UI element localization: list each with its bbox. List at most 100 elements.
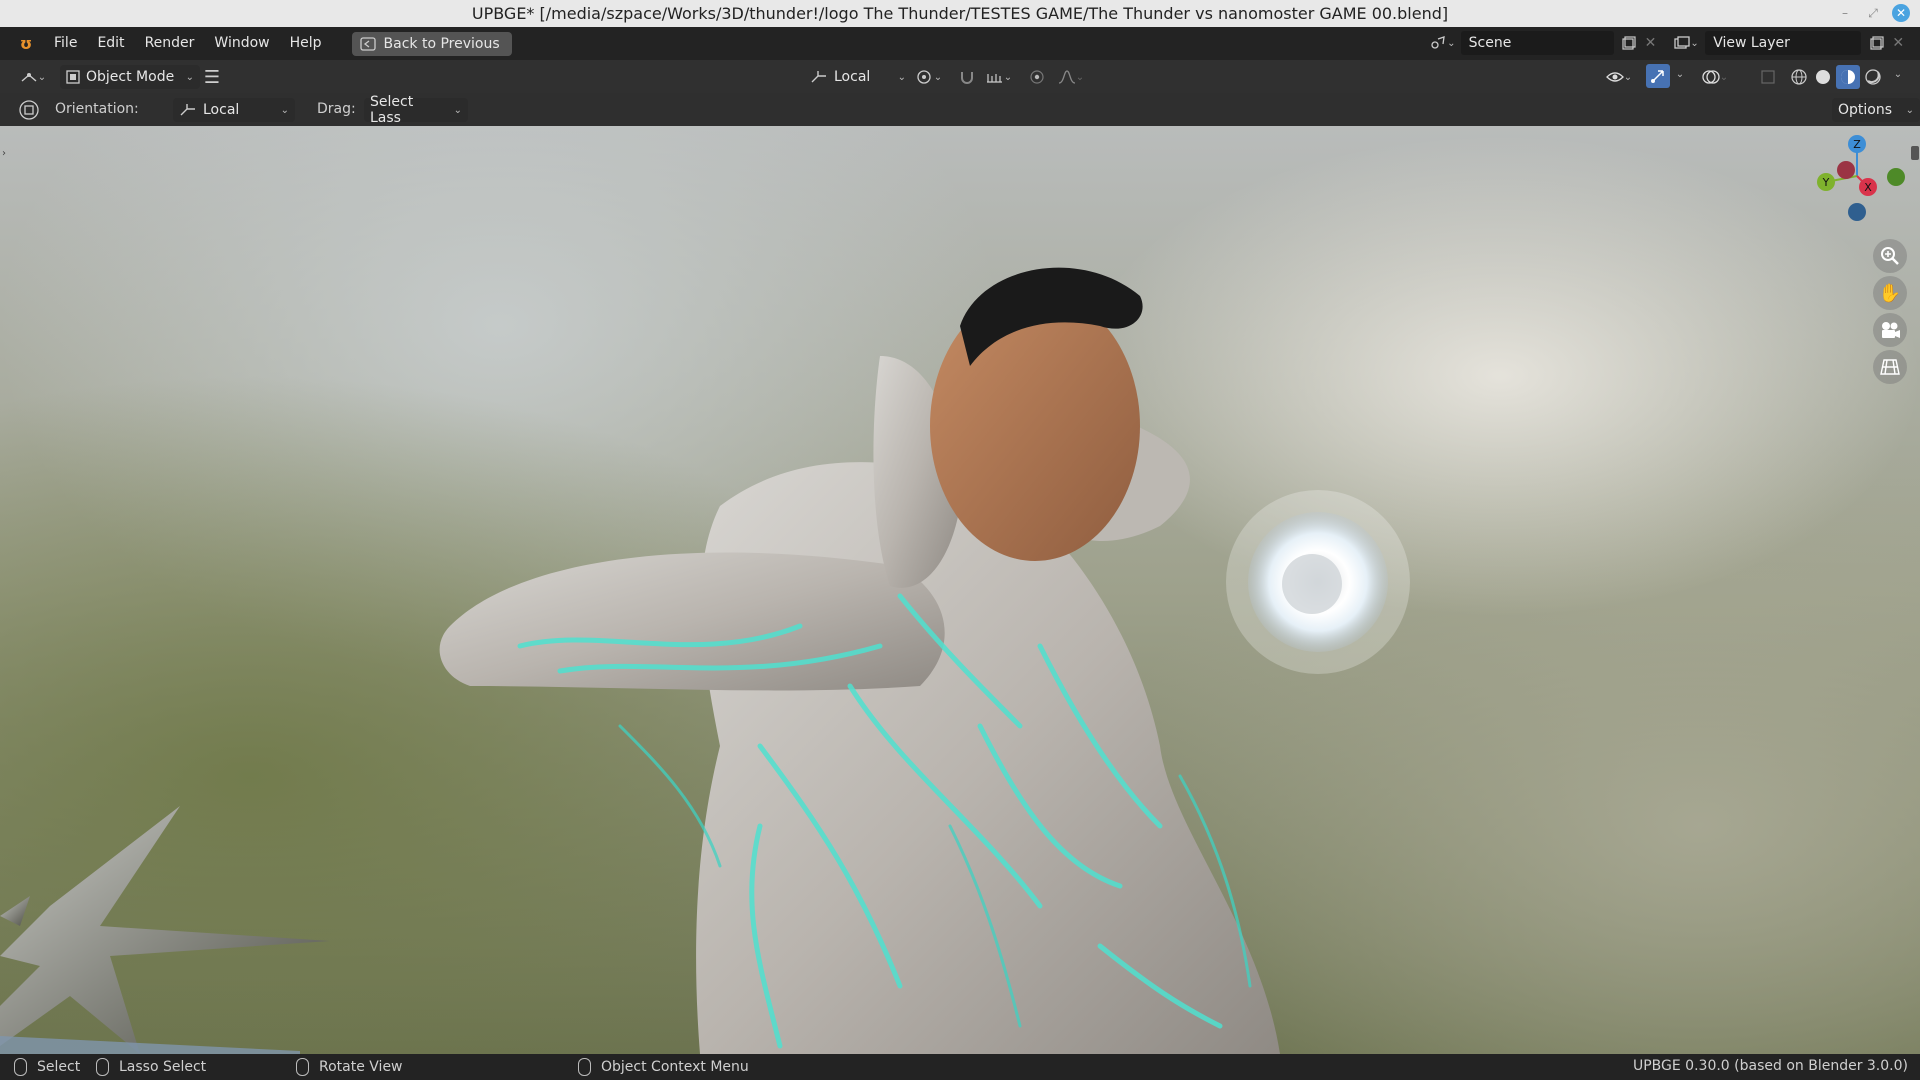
chevron-down-icon: ⌄ [453,104,462,116]
gizmo-neg-z-icon[interactable] [1848,203,1866,221]
back-to-previous-label: Back to Previous [383,35,500,52]
menu-help[interactable]: Help [280,27,332,60]
wireframe-shading-icon[interactable] [1788,66,1810,88]
mouse-right-icon [578,1058,591,1076]
solid-shading-icon[interactable] [1812,66,1834,88]
tool-settings-bar: Orientation: Local ⌄ Drag: Select Lass ⌄… [0,93,1920,126]
drag-value: Select Lass [370,94,414,126]
show-gizmo-icon[interactable] [1646,64,1670,88]
gizmo-neg-y-icon[interactable] [1887,168,1905,186]
orientation-label: Orientation: [55,101,139,117]
object-mode-label: Object Mode [86,69,175,85]
view-layer-icon[interactable]: ⌄ [1672,36,1701,50]
delete-scene-icon[interactable]: ✕ [1641,35,1660,51]
back-to-previous-button[interactable]: Back to Previous [351,31,512,56]
scene-icon[interactable]: ⌄ [1428,35,1457,51]
status-rotate-label: Rotate View [319,1059,403,1075]
status-lasso-label: Lasso Select [119,1059,207,1075]
status-lasso-select: Lasso Select [96,1058,206,1076]
upbge-logo-icon[interactable]: ʊ [14,32,38,56]
editor-type-icon[interactable]: ⌄ [16,66,50,88]
status-context-menu: Object Context Menu [578,1058,749,1076]
overlays-icon[interactable]: ⌄ [1698,67,1732,87]
gizmo-y-label: Y [1822,176,1830,189]
back-to-previous-icon [359,36,376,51]
gizmo-x-label: X [1864,181,1872,194]
mouse-left-icon [14,1058,27,1076]
top-menu-bar: ʊ File Edit Render Window Help Back to P… [0,27,1920,60]
scene-name-field[interactable]: Scene [1460,31,1614,55]
window-title: UPBGE* [/media/szpace/Works/3D/thunder!/… [471,4,1449,23]
scene-name: Scene [1468,35,1512,51]
maximize-icon[interactable]: ⤢ [1864,4,1882,22]
menu-window[interactable]: Window [204,27,279,60]
orientation-dropdown[interactable]: Local ⌄ [173,98,295,122]
chevron-down-icon: ⌄ [185,71,194,83]
view-layer-name: View Layer [1713,35,1790,51]
snap-increment-icon[interactable]: ⌄ [982,67,1016,87]
options-label: Options [1838,102,1893,118]
orientation-value: Local [203,102,240,118]
rendered-shading-icon[interactable] [1862,66,1884,88]
chevron-down-icon: ⌄ [280,104,289,116]
pan-hand-icon[interactable]: ✋ [1873,276,1907,310]
status-context-label: Object Context Menu [601,1059,749,1075]
options-dropdown[interactable]: Options ⌄ [1832,98,1920,122]
new-scene-icon[interactable] [1618,36,1641,50]
pivot-point-icon[interactable]: ⌄ [914,67,944,87]
shading-options-chevron-icon[interactable]: ⌄ [1892,69,1904,80]
version-info: UPBGE 0.30.0 (based on Blender 3.0.0) [1632,1058,1908,1074]
status-select-label: Select [37,1059,81,1075]
character-figure [439,267,1280,1054]
chevron-down-icon: ⌄ [1905,104,1914,116]
gizmo-z-label: Z [1853,138,1861,151]
window-title-bar: UPBGE* [/media/szpace/Works/3D/thunder!/… [0,0,1920,27]
visibility-eye-icon[interactable]: ⌄ [1602,67,1636,87]
delete-view-layer-icon[interactable]: ✕ [1889,35,1908,51]
xray-toggle-icon[interactable] [1758,67,1778,87]
local-orientation-icon [180,104,195,116]
status-bar: Select Lasso Select Rotate View Object C… [0,1054,1920,1080]
navigation-gizmo[interactable]: Z Y X [1800,132,1910,232]
falloff-curve-icon[interactable]: ⌄ [1054,67,1088,87]
menu-file[interactable]: File [44,27,87,60]
snap-magnet-icon[interactable] [956,67,978,87]
transform-orientation-dropdown[interactable]: Local ⌄ [804,65,912,89]
chevron-down-icon: ⌄ [897,71,906,83]
new-view-layer-icon[interactable] [1865,36,1888,50]
material-preview-shading-icon[interactable] [1836,65,1860,89]
mouse-middle-icon [296,1058,309,1076]
active-tool-icon[interactable] [18,99,40,121]
drag-label: Drag: [317,101,356,117]
blade-object [0,806,330,1054]
proportional-editing-icon[interactable] [1026,67,1048,87]
zoom-icon[interactable] [1873,239,1907,273]
close-icon[interactable]: ✕ [1892,4,1910,22]
gizmo-neg-x-icon[interactable] [1837,161,1855,179]
camera-icon[interactable] [1873,313,1907,347]
scene-render [0,267,1410,1054]
status-select: Select [14,1058,80,1076]
window-controls: – ⤢ ✕ [1836,4,1910,22]
3d-viewport[interactable]: Z Y X ✋ › [0,126,1920,1054]
view-layer-selector[interactable]: ⌄ View Layer ✕ [1672,31,1908,55]
view-layer-name-field[interactable]: View Layer [1705,31,1862,55]
viewport-header: ⌄ Object Mode ⌄ ☰ Local ⌄ ⌄ ⌄ ⌄ ⌄ ⌄ ⌄ ⌄ [0,60,1920,93]
gizmo-chevron-icon[interactable]: ⌄ [1674,69,1686,80]
toolbar-toggle-arrow-icon[interactable]: › [0,146,8,160]
status-rotate-view: Rotate View [296,1058,403,1076]
ortho-grid-icon[interactable] [1873,350,1907,384]
hamburger-menu-icon[interactable]: ☰ [202,67,222,88]
menu-edit[interactable]: Edit [87,27,134,60]
menu-render[interactable]: Render [135,27,205,60]
transform-orientation-label: Local [834,69,871,85]
object-mode-icon [66,70,80,84]
scene-selector[interactable]: ⌄ Scene ✕ [1428,31,1660,55]
mouse-drag-icon [96,1058,109,1076]
drag-dropdown[interactable]: Select Lass ⌄ [364,94,468,126]
local-orientation-icon [811,71,826,83]
glowing-orb [1226,490,1410,674]
sidebar-toggle-handle[interactable] [1911,146,1919,160]
minimize-icon[interactable]: – [1836,4,1854,22]
object-mode-dropdown[interactable]: Object Mode ⌄ [60,65,200,89]
